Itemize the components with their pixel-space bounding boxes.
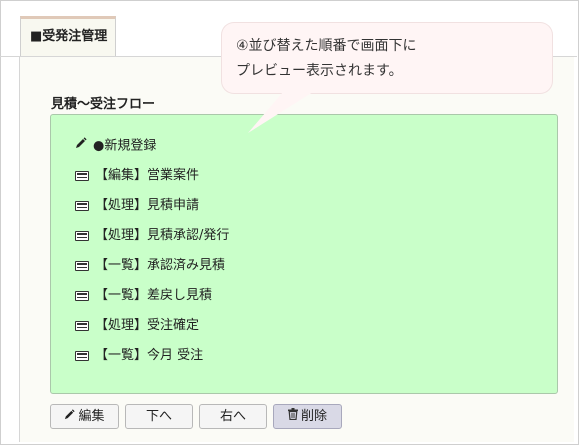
list-icon xyxy=(75,290,89,301)
delete-button[interactable]: 削除 xyxy=(273,404,342,429)
callout-tail xyxy=(248,92,313,133)
delete-button-label: 削除 xyxy=(300,409,327,424)
callout-text: ④並び替えた順番で画面下に プレビュー表示されます。 xyxy=(236,34,417,84)
list-icon xyxy=(75,200,89,211)
list-item[interactable]: 【一覧】差戻し見積 xyxy=(75,286,212,306)
list-item-label: 【処理】見積承認/発行 xyxy=(95,228,230,243)
list-item-label: 【処理】受注確定 xyxy=(95,318,200,333)
list-item[interactable]: 【処理】見積承認/発行 xyxy=(75,226,229,246)
trash-icon xyxy=(287,405,298,428)
edit-button-label: 編集 xyxy=(78,409,105,424)
list-icon xyxy=(75,230,89,241)
list-item[interactable]: 【一覧】今月 受注 xyxy=(75,346,203,366)
move-down-button-label: 下へ xyxy=(145,409,172,424)
list-item-label: 【処理】見積申請 xyxy=(95,198,200,213)
list-item[interactable]: 【編集】営業案件 xyxy=(75,166,199,186)
list-item-label: ●新規登録 xyxy=(93,138,157,154)
list-item-label: 【編集】営業案件 xyxy=(95,168,200,183)
list-item-new-entry[interactable]: ●新規登録 xyxy=(75,136,156,156)
move-right-button[interactable]: 右へ xyxy=(199,404,267,429)
callout-line: ④並び替えた順番で画面下に xyxy=(236,38,417,54)
list-item[interactable]: 【処理】見積申請 xyxy=(75,196,199,216)
pencil-icon xyxy=(75,136,87,156)
list-item[interactable]: 【処理】受注確定 xyxy=(75,316,199,336)
section-title: 見積〜受注フロー xyxy=(51,97,156,112)
move-right-button-label: 右へ xyxy=(219,409,246,424)
list-icon xyxy=(75,320,89,331)
edit-button[interactable]: 編集 xyxy=(50,404,119,429)
list-item-label: 【一覧】差戻し見積 xyxy=(95,288,213,303)
tooltip-callout: ④並び替えた順番で画面下に プレビュー表示されます。 xyxy=(222,23,552,93)
list-icon xyxy=(75,260,89,271)
list-icon xyxy=(75,350,89,361)
list-icon xyxy=(75,170,89,181)
list-item-label: 【一覧】今月 受注 xyxy=(95,348,204,363)
tab-order-management[interactable]: ■受発注管理 xyxy=(20,16,116,56)
tab-label: ■受発注管理 xyxy=(30,29,108,44)
callout-line: プレビュー表示されます。 xyxy=(236,63,403,79)
move-down-button[interactable]: 下へ xyxy=(125,404,193,429)
flow-list: ●新規登録 【編集】営業案件 【処理】見積申請 【処理】見積承認/発行 【一覧】… xyxy=(50,114,558,394)
pencil-icon xyxy=(64,405,76,428)
list-item[interactable]: 【一覧】承認済み見積 xyxy=(75,256,225,276)
list-item-label: 【一覧】承認済み見積 xyxy=(95,258,226,273)
